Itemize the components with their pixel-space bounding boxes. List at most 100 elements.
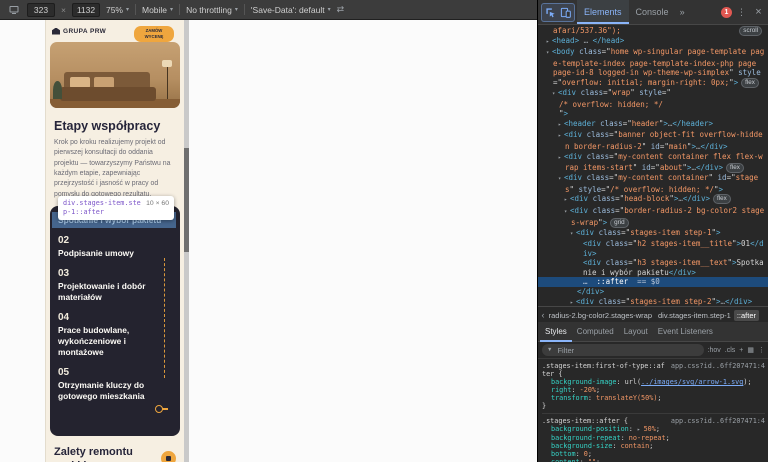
css-selector-line[interactable]: app.css?id..6ff207471:4 .stages-item::aft… (542, 417, 765, 425)
sidebar-tab-event-listeners[interactable]: Event Listeners (653, 322, 718, 342)
css-property: right (551, 386, 572, 394)
tree-line[interactable]: ▾ <div class="border-radius-2 bg-color2 s… (538, 206, 768, 228)
filter-action[interactable]: .cls (725, 347, 736, 354)
tree-line[interactable]: ▸ <div class="banner object-fit overflow-… (538, 130, 768, 151)
hero-sofa-shape (60, 87, 156, 101)
css-declaration[interactable]: background-image: url(../images/svg/arro… (542, 378, 765, 386)
flex-badge[interactable]: flex (712, 194, 731, 205)
scroll-badge[interactable]: scroll (739, 26, 762, 36)
css-declaration[interactable]: background-repeat: no-repeat; (542, 434, 765, 442)
code-token: wrap (612, 87, 631, 97)
filter-action[interactable]: ▦ (747, 346, 754, 354)
chevron-down-icon: ▾ (125, 7, 129, 13)
viewport-scrollbar[interactable] (184, 20, 189, 462)
code-token: <div (570, 194, 589, 204)
code-token: <div (564, 173, 583, 183)
filter-action[interactable]: + (739, 347, 743, 354)
toolbar-divider (135, 4, 136, 15)
sidebar-tab-computed[interactable]: Computed (572, 322, 619, 342)
code-token: =" (609, 130, 619, 140)
chevron-down-icon: ▾ (170, 7, 174, 13)
tree-line[interactable]: "> (538, 109, 768, 119)
zoom-select[interactable]: 75% ▾ (106, 5, 129, 15)
browser-area: × 75% ▾ Mobile ▾ No throttling ▾ 'Save-D… (0, 0, 537, 462)
filter-input-wrap[interactable]: ▼ (542, 344, 704, 356)
tree-line[interactable]: ▾ <body class="home wp-singular page-temp… (538, 47, 768, 88)
css-declaration[interactable]: right: -20%; (542, 386, 765, 394)
filter-funnel-icon: ▼ (547, 347, 553, 353)
grid-badge[interactable]: grid (610, 217, 629, 228)
site-logo[interactable]: GRUPA PRW (52, 27, 106, 35)
stage-step: 03 Projektowanie i dobór materiałów (58, 268, 162, 303)
breadcrumb-item[interactable]: radius-2.bg-color2.stages-wrap (548, 310, 655, 321)
tree-line[interactable]: ▸ <div class="head-block">…</div> flex (538, 194, 768, 206)
throttling-select[interactable]: No throttling ▾ (186, 5, 238, 15)
code-token: =" (659, 141, 669, 151)
tree-line[interactable]: scroll afari/537.36"); (538, 26, 768, 36)
tree-line[interactable]: <div class="h2 stages-item__title">01</d… (538, 239, 768, 258)
breadcrumb-item[interactable]: div.stages-item.step-1 (655, 310, 734, 321)
sidebar-tab-layout[interactable]: Layout (619, 322, 653, 342)
tree-line[interactable]: … ::after == $0 (538, 277, 768, 288)
breadcrumb-item[interactable]: ::after (733, 309, 759, 321)
css-declaration[interactable]: bottom: 0; (542, 450, 765, 458)
viewport-height-input[interactable] (71, 2, 100, 17)
tree-line[interactable]: ▸ <head> … </head> (538, 36, 768, 48)
stylesheet-link[interactable]: app.css?id..6ff207471:4 (671, 362, 765, 370)
flex-badge[interactable]: flex (741, 77, 759, 88)
stages-intro-text: Krok po kroku realizujemy projekt od pie… (54, 139, 171, 198)
breadcrumbs-list: radius-2.bg-color2.stages-wrap div.stages… (548, 309, 768, 321)
inspect-element-icon[interactable] (543, 5, 558, 20)
tree-line[interactable]: ▸ <div class="my-content container flex f… (538, 152, 768, 174)
benefits-heading: Zalety remontu pod klucz (54, 446, 133, 462)
tree-line[interactable]: ▾ <div class="my-content container" id="s… (538, 173, 768, 194)
device-mode-select[interactable]: Mobile ▾ (142, 5, 173, 15)
code-token: id (713, 173, 727, 183)
code-token: <header (564, 118, 596, 128)
step-label: Projektowanie i dobór materiałów (58, 281, 146, 302)
styles-filter-input[interactable] (555, 344, 699, 356)
scrollbar-thumb[interactable] (184, 148, 189, 252)
css-declaration[interactable]: transform: translateY(50%); (542, 394, 765, 402)
order-quote-button[interactable]: ZAMÓW WYCENĘ (134, 26, 174, 42)
stylesheet-link[interactable]: app.css?id..6ff207471:4 (671, 417, 765, 425)
css-resource-link[interactable]: ../images/svg/arrow-1.svg (641, 378, 743, 386)
tree-line[interactable]: /* overflow: hidden; */ (538, 100, 768, 110)
device-type-icon[interactable] (6, 2, 21, 17)
filter-action[interactable]: ⋮ (758, 346, 765, 354)
device-toolbar-toggle-icon[interactable] (558, 5, 573, 20)
sidebar-tab-styles[interactable]: Styles (540, 322, 572, 342)
viewport-width-input[interactable] (27, 2, 55, 17)
tree-line[interactable]: ▾ <div class="wrap" style=" (538, 88, 768, 100)
css-selector-line[interactable]: app.css?id..6ff207471:4 .stages-item:firs… (542, 362, 765, 378)
stages-section: Etapy współpracy Krok po kroku realizuje… (46, 114, 184, 200)
code-token: class (588, 194, 616, 204)
error-count-badge[interactable]: 1 (721, 6, 732, 18)
tab-console[interactable]: Console (629, 0, 676, 24)
css-declaration[interactable]: background-position: ▸ 50%; (542, 425, 765, 434)
rotate-viewport-icon[interactable]: ⇄ (337, 4, 345, 15)
tree-line[interactable]: </div> (538, 287, 768, 297)
more-tabs-icon[interactable]: » (678, 7, 687, 17)
benefits-icon-inner (166, 456, 171, 462)
css-property: background-position (551, 425, 629, 433)
filter-action[interactable]: :hov (708, 347, 721, 354)
kebab-menu-icon[interactable]: ⋮ (734, 5, 749, 20)
device-toolbar: × 75% ▾ Mobile ▾ No throttling ▾ 'Save-D… (0, 0, 537, 20)
tab-elements[interactable]: Elements (577, 0, 629, 24)
code-token: my-content container (618, 173, 709, 183)
expand-shorthand-icon[interactable]: ▸ (637, 427, 644, 433)
code-token: =" (621, 296, 631, 306)
breadcrumb-scroll-left-icon[interactable]: ‹ (538, 310, 548, 320)
save-data-select[interactable]: 'Save-Data': default ▾ (251, 5, 331, 15)
tree-line[interactable]: ▾ <div class="stages-item step-1"> (538, 228, 768, 240)
flex-badge[interactable]: flex (726, 163, 744, 174)
code-token: ; (655, 425, 660, 433)
code-token: 01 (741, 239, 751, 249)
tree-line[interactable]: ▸ <header class="header">…</header> (538, 119, 768, 131)
tree-line[interactable]: <div class="h3 stages-item__text">Spotka… (538, 258, 768, 277)
css-declaration[interactable]: background-size: contain; (542, 442, 765, 450)
code-token: : (616, 378, 625, 386)
close-devtools-icon[interactable]: × (751, 5, 766, 20)
css-declaration[interactable]: content: ""; (542, 458, 765, 462)
